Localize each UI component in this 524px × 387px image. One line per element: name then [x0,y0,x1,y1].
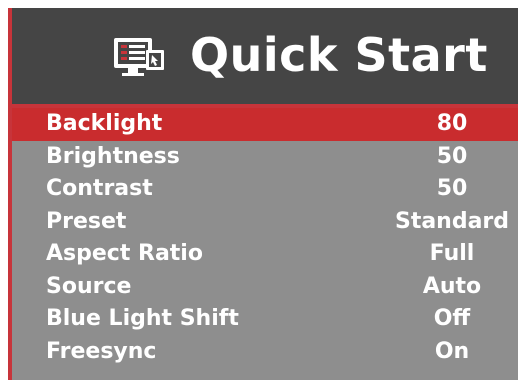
menu-item-value: 50 [436,176,468,201]
menu-item-backlight[interactable]: Backlight 80 [12,108,518,141]
menu-item-value: Auto [422,273,482,299]
menu-item-preset[interactable]: Preset Standard [12,206,518,239]
menu-item-label: Freesync [46,338,157,364]
menu-item-label: Blue Light Shift [46,306,239,331]
menu-item-freesync[interactable]: Freesync On [12,336,518,369]
menu-item-label: Aspect Ratio [46,241,203,266]
menu-item-label: Backlight [46,111,163,136]
menu-item-label: Source [46,273,132,299]
menu-item-value: 80 [436,111,468,136]
menu-item-blue-light-shift[interactable]: Blue Light Shift Off [12,303,518,336]
menu-item-value: Full [429,241,475,266]
menu-item-label: Brightness [46,143,180,169]
menu-item-value: Off [433,306,471,331]
menu-item-label: Preset [46,208,127,234]
page-title: Quick Start [190,28,488,82]
menu-item-label: Contrast [46,176,153,201]
menu-item-aspect-ratio[interactable]: Aspect Ratio Full [12,238,518,271]
menu-item-value: Standard [394,208,510,234]
menu-item-contrast[interactable]: Contrast 50 [12,173,518,206]
osd-header: Quick Start [12,8,518,108]
menu-item-brightness[interactable]: Brightness 50 [12,141,518,174]
osd-panel: Quick Start Backlight 80 Brightness 50 Contr… [8,8,518,380]
menu-item-value: 50 [436,143,468,169]
quick-start-menu: Backlight 80 Brightness 50 Contrast 50 Preset S… [12,108,518,368]
menu-item-value: On [434,338,470,364]
menu-item-source[interactable]: Source Auto [12,271,518,304]
monitor-menu-icon [112,36,166,80]
